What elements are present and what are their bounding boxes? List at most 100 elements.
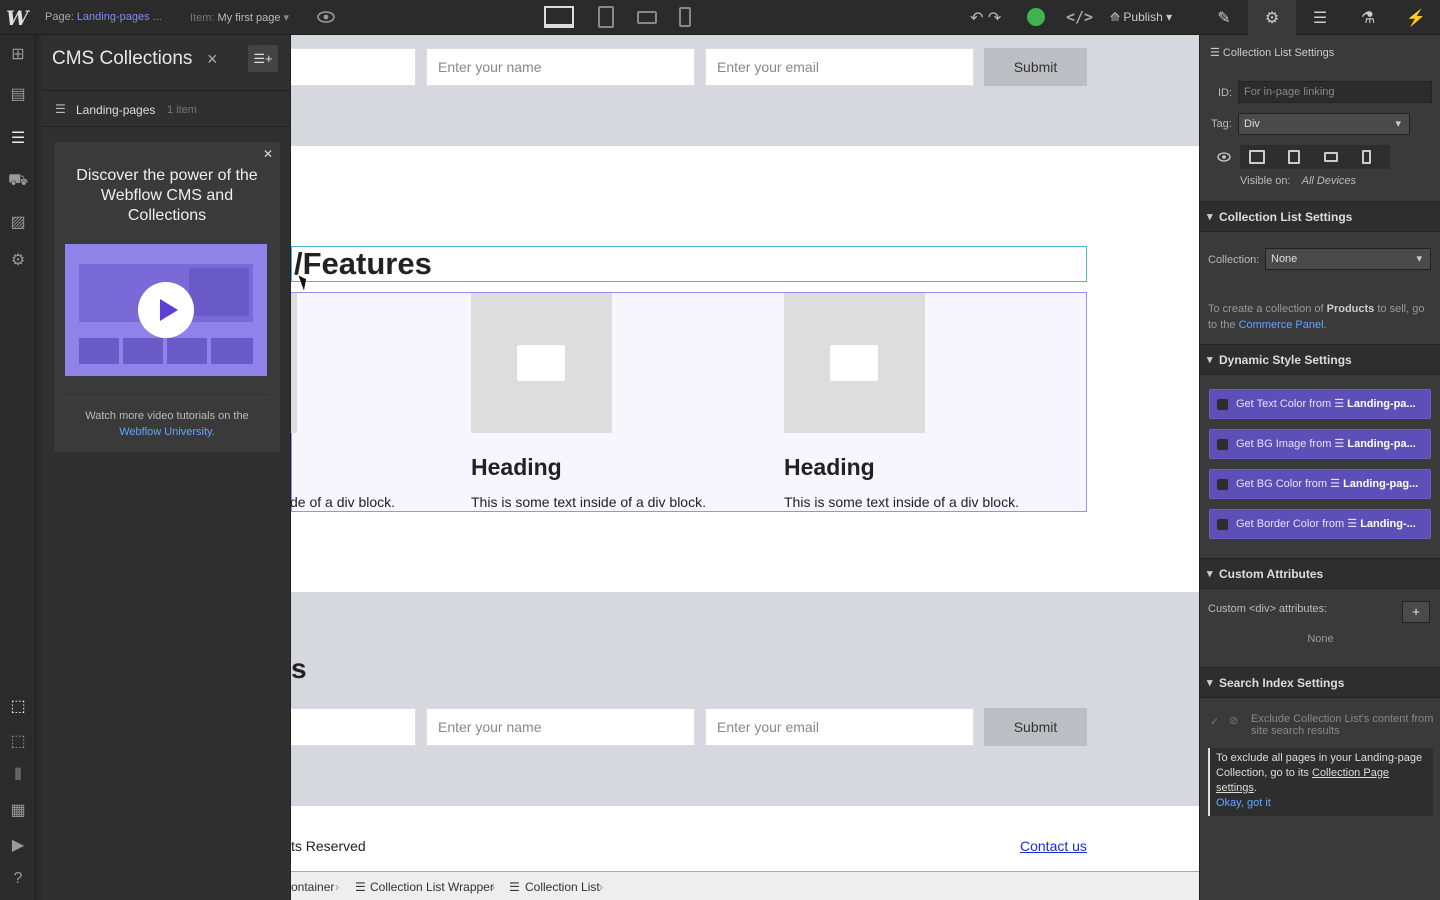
promo-title: Discover the power of the Webflow CMS an… [76,167,258,224]
checkmark-icon[interactable]: ✓ [1210,715,1219,728]
style-tab-brush-icon[interactable]: ✎ [1200,0,1248,35]
search-info-box: To exclude all pages in your Landing-pag… [1208,748,1433,816]
close-icon[interactable]: × [207,49,218,70]
pages-icon[interactable]: ▤ [8,85,28,105]
form-section-bottom [291,592,1199,806]
settings-panel: ☰ Collection List Settings ID: For in-pa… [1199,35,1440,900]
interactions-tab-icon[interactable]: ⚗ [1344,0,1392,35]
publish-button[interactable]: ⟰ Publish ▾ [1110,10,1172,24]
breadcrumb: ontainer › ☰ Collection List Wrapper › ☰… [291,871,1199,900]
settings-tab-gear-icon[interactable]: ⚙ [1248,0,1296,35]
card-text: de of a div block. [291,494,396,510]
video-tutorials-icon[interactable]: ▶ [8,836,28,856]
cms-collections-panel: CMS Collections × ☰+ ☰ Landing-pages 1 i… [41,35,291,900]
top-toolbar: W Page: Landing-pages ... Item: My first… [0,0,1440,35]
lightning-tab-icon[interactable]: ⚡ [1392,0,1440,35]
visible-devices[interactable] [1240,145,1390,169]
close-promo-icon[interactable]: ✕ [263,147,273,161]
desktop-icon[interactable] [1249,150,1265,164]
section-heading: s [291,653,307,684]
dynamic-style-item[interactable]: Get BG Image from ☰ Landing-pa... [1209,429,1431,459]
section-custom-attributes[interactable]: Custom Attributes [1200,558,1440,589]
ecommerce-cart-icon[interactable]: ⛟ [8,171,28,191]
visibility-eye-icon [1217,152,1231,162]
desktop-device-icon[interactable] [543,6,575,28]
checkbox[interactable] [1217,399,1228,410]
page-selector[interactable]: Page: Landing-pages ... [45,11,162,23]
grid-overlay-icon[interactable]: ⦀ [8,766,28,786]
landscape-icon[interactable] [1324,152,1338,162]
cms-database-icon[interactable]: ☰ [8,129,28,149]
footer-copyright: ts Reserved [291,838,366,854]
undo-redo-icons[interactable]: ↶ ↷ [970,8,1006,27]
dynamic-style-item[interactable]: Get Border Color from ☰ Landing-... [1209,509,1431,539]
cms-promo-card: ✕ Discover the power of the Webflow CMS … [54,142,280,452]
id-label: ID: [1218,87,1233,99]
video-thumbnail[interactable] [65,244,267,376]
submit-button-top[interactable]: Submit [984,48,1087,86]
x-ray-icon[interactable]: ▦ [8,801,28,821]
exclude-search-option: Exclude Collection List's content from s… [1251,713,1434,737]
collection-list[interactable]: Heading Heading de of a div block. This … [291,292,1087,512]
status-ok-icon[interactable] [1027,8,1045,26]
email-input-bottom[interactable]: Enter your email [705,708,974,746]
add-collection-button[interactable]: ☰+ [248,45,278,72]
chevron-right-icon: › [491,880,495,894]
cms-panel-title: CMS Collections [52,48,193,69]
form-input-cut[interactable] [291,708,416,746]
tag-select[interactable]: Div [1238,113,1410,135]
okay-got-it-link[interactable]: Okay, got it [1216,797,1271,809]
name-input-bottom[interactable]: Enter your name [426,708,695,746]
commerce-note: To create a collection of Products to se… [1208,303,1425,331]
select-tool-icon[interactable]: ⬚ [8,697,28,717]
export-code-icon[interactable]: </> [1066,8,1093,26]
checkbox[interactable] [1217,479,1228,490]
breadcrumb-item[interactable]: ontainer [291,880,334,894]
mobile-landscape-icon[interactable] [637,6,657,28]
webflow-university-link[interactable]: Webflow University. [119,426,215,438]
section-collection-list-settings[interactable]: Collection List Settings [1200,201,1440,232]
settings-gear-icon[interactable]: ⚙ [8,251,28,271]
promo-watch-text: Watch more video tutorials on the Webflow… [85,410,249,438]
breadcrumb-item[interactable]: Collection List Wrapper [370,880,494,894]
section-search-index[interactable]: Search Index Settings [1200,667,1440,698]
right-panel-tabs: ✎ ⚙ ☰ ⚗ ⚡ [1200,0,1440,35]
dynamic-style-item[interactable]: Get BG Color from ☰ Landing-pag... [1209,469,1431,499]
phone-icon[interactable] [1362,150,1371,164]
breadcrumb-item[interactable]: Collection List [525,880,600,894]
mobile-portrait-icon[interactable] [678,6,692,28]
dynamic-style-item[interactable]: Get Text Color from ☰ Landing-pa... [1209,389,1431,419]
card-text: This is some text inside of a div block. [784,494,1019,510]
tablet-icon[interactable] [1288,150,1300,164]
collection-select[interactable]: None [1265,248,1431,270]
features-heading[interactable]: /Features [291,246,1087,282]
add-attribute-button[interactable]: + [1402,601,1430,623]
email-input-top[interactable]: Enter your email [705,48,974,86]
tablet-device-icon[interactable] [597,6,615,28]
name-input-top[interactable]: Enter your name [426,48,695,86]
form-input-cut[interactable] [291,48,416,86]
contact-link[interactable]: Contact us [1020,838,1087,854]
submit-button-bottom[interactable]: Submit [984,708,1087,746]
webflow-logo[interactable]: W [6,6,30,30]
id-input[interactable]: For in-page linking [1238,81,1432,103]
card-image-placeholder [471,293,612,433]
assets-icon[interactable]: ▨ [8,213,28,233]
design-canvas[interactable]: Enter your name Enter your email Submit … [291,35,1199,871]
database-icon: ☰ [55,102,66,116]
item-selector[interactable]: Item: My first page ▾ [190,11,289,24]
help-icon[interactable]: ? [8,869,28,889]
section-dynamic-style[interactable]: Dynamic Style Settings [1200,344,1440,375]
add-panel-icon[interactable]: ⊞ [8,45,28,65]
play-icon[interactable] [138,282,194,338]
image-icon [517,345,565,381]
collection-row[interactable]: ☰ Landing-pages 1 item [41,90,291,127]
navigator-tab-icon[interactable]: ☰ [1296,0,1344,35]
preview-eye-icon[interactable] [316,9,336,25]
commerce-panel-link[interactable]: Commerce Panel [1239,319,1324,331]
list-wrapper-icon: ☰ [355,880,366,894]
checkbox[interactable] [1217,519,1228,530]
collection-label: Collection: [1208,254,1260,266]
checkbox[interactable] [1217,439,1228,450]
preview-select-icon[interactable]: ⬚ [8,732,28,752]
